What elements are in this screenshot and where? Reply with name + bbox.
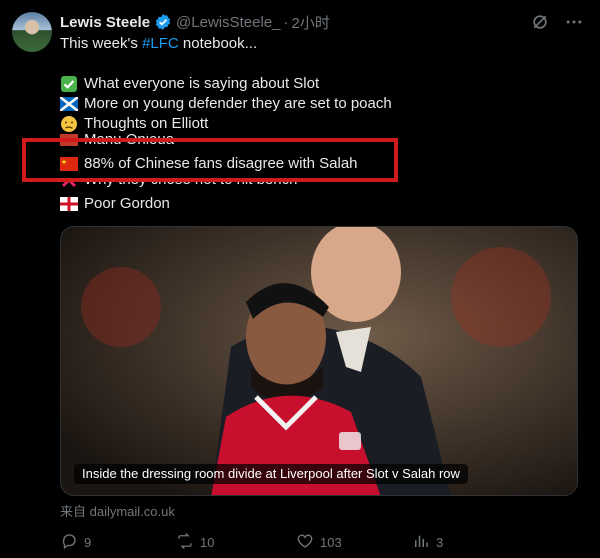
tweet-actions: 9 10 103 3 bbox=[60, 532, 600, 552]
repost-button[interactable]: 10 bbox=[176, 532, 214, 553]
photo-illustration bbox=[61, 227, 577, 495]
scotland-flag-icon bbox=[59, 96, 79, 112]
intro-text-after: notebook... bbox=[178, 35, 258, 52]
list-item: Why they chose not to hit bench bbox=[60, 182, 297, 190]
tweet-top-actions bbox=[530, 12, 584, 37]
list-item-text: Poor Gordon bbox=[84, 195, 170, 212]
repost-icon bbox=[176, 532, 194, 553]
grok-icon[interactable] bbox=[530, 12, 550, 37]
verified-badge-icon bbox=[154, 13, 172, 31]
england-flag-icon bbox=[60, 197, 78, 211]
link-source[interactable]: 来自 dailymail.co.uk bbox=[60, 501, 175, 520]
link-card-image[interactable] bbox=[60, 226, 578, 496]
reply-button[interactable]: 9 bbox=[60, 532, 91, 553]
list-item: What everyone is saying about Slot bbox=[60, 74, 319, 94]
author-avatar[interactable] bbox=[12, 12, 52, 52]
tweet-header: Lewis Steele @LewisSteele_ · 2小时 bbox=[60, 12, 330, 32]
list-item-text: Why they chose not to hit bench bbox=[84, 182, 297, 190]
author-name[interactable]: Lewis Steele bbox=[60, 14, 150, 31]
view-count: 3 bbox=[436, 535, 444, 550]
views-bar-chart-icon bbox=[412, 532, 430, 553]
separator-dot: · bbox=[283, 13, 289, 31]
list-item: Poor Gordon bbox=[60, 194, 170, 214]
check-mark-button-icon bbox=[60, 76, 78, 92]
hashtag-link[interactable]: #LFC bbox=[142, 34, 179, 54]
tweet-intro: This week's #LFC notebook... bbox=[60, 34, 257, 54]
reply-icon bbox=[60, 532, 78, 553]
like-count: 103 bbox=[320, 535, 342, 550]
repost-count: 10 bbox=[200, 535, 215, 550]
heart-icon bbox=[296, 532, 314, 553]
more-options-icon[interactable] bbox=[564, 12, 584, 37]
highlight-box bbox=[22, 138, 398, 182]
tweet-time[interactable]: 2小时 bbox=[292, 12, 330, 33]
confused-face-icon bbox=[60, 116, 78, 132]
views-button[interactable]: 3 bbox=[412, 532, 443, 553]
list-item-text: More on young defender they are set to p… bbox=[84, 95, 392, 112]
list-item-text: Thoughts on Elliott bbox=[84, 115, 209, 132]
list-item: More on young defender they are set to p… bbox=[59, 94, 392, 114]
link-card-caption[interactable]: Inside the dressing room divide at Liver… bbox=[74, 464, 468, 484]
reply-count: 9 bbox=[84, 535, 92, 550]
list-item-text: What everyone is saying about Slot bbox=[84, 75, 320, 92]
author-handle[interactable]: @LewisSteele_ bbox=[176, 14, 280, 31]
like-button[interactable]: 103 bbox=[296, 532, 342, 553]
intro-text-before: This week's bbox=[60, 35, 143, 52]
list-item: Thoughts on Elliott bbox=[60, 114, 208, 134]
cross-mark-icon bbox=[60, 182, 78, 188]
